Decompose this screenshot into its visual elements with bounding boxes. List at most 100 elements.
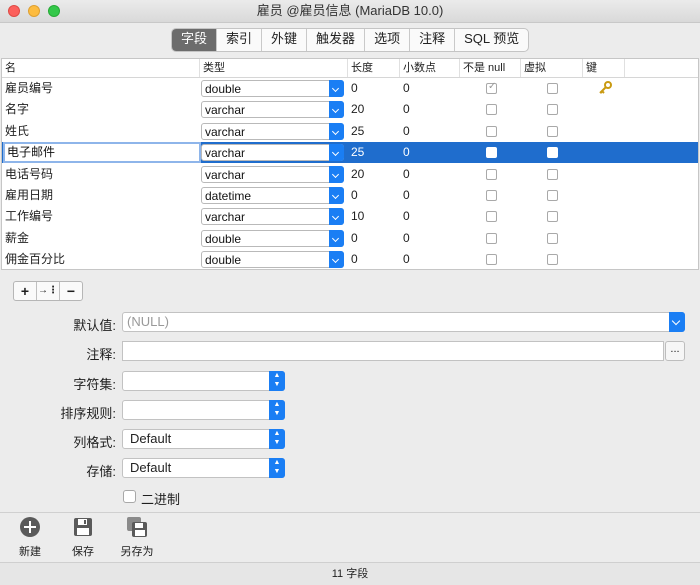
table-row[interactable]: 工作编号 varchar 10 0	[2, 206, 698, 227]
chevron-down-icon[interactable]	[329, 101, 344, 119]
column-header-decimals[interactable]: 小数点	[400, 59, 460, 77]
close-window-button[interactable]	[8, 5, 20, 17]
table-row[interactable]: 姓氏 varchar 25 0	[2, 121, 698, 142]
length-cell[interactable]: 25	[351, 121, 364, 142]
decimals-cell[interactable]: 0	[403, 228, 410, 249]
type-select[interactable]: double	[201, 251, 344, 269]
length-cell[interactable]: 0	[351, 185, 358, 206]
chevron-down-icon[interactable]	[329, 187, 344, 204]
save-button[interactable]: 保存	[63, 516, 103, 559]
virtual-checkbox[interactable]	[547, 232, 558, 244]
virtual-checkbox[interactable]	[547, 83, 558, 94]
decimals-cell[interactable]: 0	[403, 206, 410, 227]
tab-comment[interactable]: 注释	[410, 29, 456, 51]
column-header-virtual[interactable]: 虚拟	[521, 59, 583, 77]
length-cell[interactable]: 20	[351, 164, 364, 185]
chevron-down-icon[interactable]	[669, 312, 685, 332]
binary-checkbox[interactable]	[123, 490, 136, 503]
type-select[interactable]: double	[201, 80, 344, 97]
chevron-down-icon[interactable]	[329, 165, 344, 183]
decimals-cell[interactable]: 0	[403, 185, 410, 206]
up-down-icon[interactable]: ▲ ▼	[269, 458, 285, 478]
length-cell[interactable]: 10	[351, 206, 364, 227]
storage-select[interactable]: Default ▲ ▼	[122, 458, 285, 478]
save-as-button[interactable]: 另存为	[117, 516, 157, 559]
column-format-select[interactable]: Default ▲ ▼	[122, 429, 285, 449]
tab-triggers[interactable]: 触发器	[307, 29, 366, 51]
virtual-checkbox[interactable]	[547, 104, 558, 116]
decimals-cell[interactable]: 0	[403, 249, 410, 270]
not-null-checkbox[interactable]	[486, 81, 497, 94]
field-name-cell[interactable]: 电子邮件	[3, 142, 201, 164]
table-row[interactable]: 雇用日期 datetime 0 0	[2, 185, 698, 206]
default-value-combo[interactable]: (NULL)	[122, 312, 685, 332]
decimals-cell[interactable]: 0	[403, 121, 410, 142]
new-button[interactable]: 新建	[10, 516, 50, 559]
length-cell[interactable]: 20	[351, 99, 364, 120]
column-header-not-null[interactable]: 不是 null	[460, 59, 521, 77]
field-name-cell[interactable]: 电话号码	[5, 164, 199, 185]
tab-foreign-keys[interactable]: 外键	[262, 29, 308, 51]
column-header-name[interactable]: 名	[2, 59, 200, 77]
virtual-checkbox[interactable]	[547, 254, 558, 266]
table-row[interactable]: 电子邮件 varchar 25 0	[2, 142, 698, 164]
zoom-window-button[interactable]	[48, 5, 60, 17]
column-header-type[interactable]: 类型	[200, 59, 348, 77]
not-null-checkbox[interactable]	[486, 168, 497, 180]
chevron-down-icon[interactable]	[329, 122, 344, 140]
up-down-icon[interactable]: ▲ ▼	[269, 371, 285, 391]
comment-input[interactable]	[122, 341, 664, 361]
length-cell[interactable]: 0	[351, 249, 358, 270]
not-null-checkbox[interactable]	[486, 125, 497, 137]
table-row[interactable]: 电话号码 varchar 20 0	[2, 164, 698, 185]
chevron-down-icon[interactable]	[329, 144, 344, 162]
tab-fields[interactable]: 字段	[172, 29, 218, 51]
decimals-cell[interactable]: 0	[403, 142, 410, 163]
decimals-cell[interactable]: 0	[403, 78, 410, 99]
field-name-cell[interactable]: 雇员编号	[5, 78, 199, 99]
decimals-cell[interactable]: 0	[403, 164, 410, 185]
field-name-cell[interactable]: 工作编号	[5, 206, 199, 227]
not-null-checkbox[interactable]	[486, 190, 497, 201]
length-cell[interactable]: 0	[351, 228, 358, 249]
tab-options[interactable]: 选项	[365, 29, 411, 51]
up-down-icon[interactable]: ▲ ▼	[269, 429, 285, 449]
type-select[interactable]: varchar	[201, 101, 344, 119]
virtual-checkbox[interactable]	[547, 168, 558, 180]
virtual-checkbox[interactable]	[547, 125, 558, 137]
table-row[interactable]: 薪金 double 0 0	[2, 228, 698, 249]
remove-field-button[interactable]: −	[60, 282, 82, 300]
type-select[interactable]: varchar	[201, 165, 344, 183]
type-select[interactable]: varchar	[201, 122, 344, 140]
chevron-down-icon[interactable]	[329, 80, 344, 97]
chevron-down-icon[interactable]	[329, 229, 344, 247]
type-select[interactable]: datetime	[201, 187, 344, 204]
minimize-window-button[interactable]	[28, 5, 40, 17]
column-header-key[interactable]: 键	[583, 59, 625, 77]
insert-field-button[interactable]: →⋮	[37, 282, 60, 300]
virtual-checkbox[interactable]	[547, 190, 558, 201]
decimals-cell[interactable]: 0	[403, 99, 410, 120]
type-select[interactable]: varchar	[201, 144, 344, 162]
chevron-down-icon[interactable]	[329, 251, 344, 269]
virtual-checkbox[interactable]	[547, 211, 558, 223]
column-header-length[interactable]: 长度	[348, 59, 400, 77]
type-select[interactable]: varchar	[201, 208, 344, 226]
not-null-checkbox[interactable]	[486, 104, 497, 116]
charset-select[interactable]: ▲ ▼	[122, 371, 285, 391]
length-cell[interactable]: 25	[351, 142, 364, 163]
not-null-checkbox[interactable]	[486, 147, 497, 159]
field-name-cell[interactable]: 名字	[5, 99, 199, 120]
length-cell[interactable]: 0	[351, 78, 358, 99]
comment-more-button[interactable]: ...	[665, 341, 685, 361]
field-name-cell[interactable]: 薪金	[5, 228, 199, 249]
add-field-button[interactable]: +	[14, 282, 37, 300]
collation-select[interactable]: ▲ ▼	[122, 400, 285, 420]
not-null-checkbox[interactable]	[486, 232, 497, 244]
field-name-cell[interactable]: 姓氏	[5, 121, 199, 142]
table-row[interactable]: 佣金百分比 double 0 0	[2, 249, 698, 270]
field-name-cell[interactable]: 佣金百分比	[5, 249, 199, 270]
chevron-down-icon[interactable]	[329, 208, 344, 226]
type-select[interactable]: double	[201, 229, 344, 247]
field-name-cell[interactable]: 雇用日期	[5, 185, 199, 206]
